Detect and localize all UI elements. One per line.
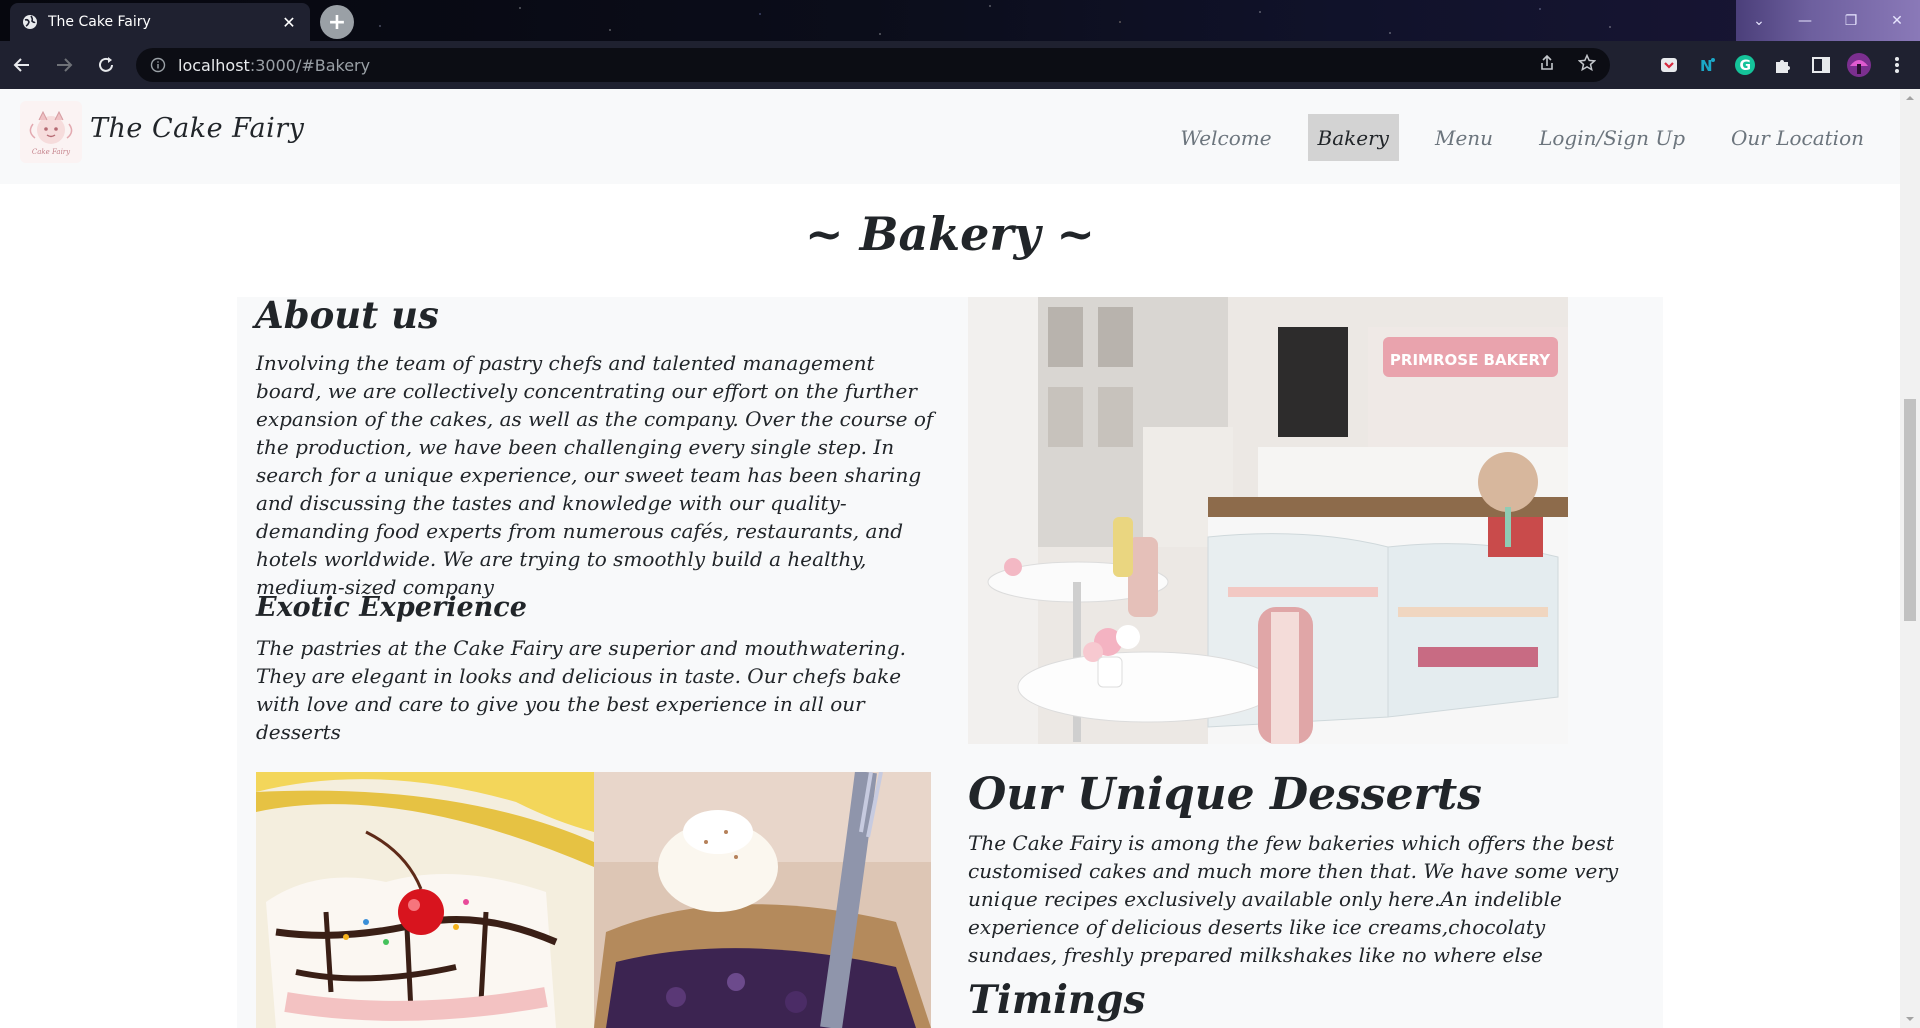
restore-icon[interactable]: ❐ (1828, 0, 1874, 41)
arrow-left-icon (13, 58, 29, 72)
desserts-image (256, 772, 931, 1028)
nav-our-location[interactable]: Our Location (1721, 114, 1874, 161)
section-title: ~ Bakery ~ (805, 207, 1095, 261)
side-panel-icon[interactable] (1808, 52, 1834, 78)
nav-login-signup[interactable]: Login/Sign Up (1529, 114, 1695, 161)
timings-heading: Timings (968, 977, 1146, 1023)
close-window-icon[interactable]: ✕ (1874, 0, 1920, 41)
svg-text:G: G (1740, 58, 1752, 74)
browser-tab[interactable]: The Cake Fairy ✕ (10, 3, 310, 41)
info-icon[interactable] (150, 57, 166, 73)
brand-logo[interactable]: Cake Fairy (20, 101, 82, 163)
scroll-up-icon (1906, 96, 1914, 100)
close-tab-icon[interactable]: ✕ (280, 13, 298, 32)
globe-icon (22, 14, 38, 30)
browser-tab-strip: The Cake Fairy ✕ + ⌄ — ❐ ✕ (0, 0, 1920, 41)
svg-text:PRIMROSE BAKERY: PRIMROSE BAKERY (1390, 351, 1551, 369)
profile-avatar[interactable] (1846, 52, 1872, 78)
forward-button[interactable] (44, 45, 84, 85)
nav-links: Welcome Bakery Menu Login/Sign Up Our Lo… (1150, 114, 1874, 161)
reload-button[interactable] (86, 45, 126, 85)
new-tab-button[interactable]: + (320, 5, 354, 39)
extensions-area: N G (1656, 48, 1910, 82)
puzzle-icon[interactable] (1770, 52, 1796, 78)
back-button[interactable] (2, 45, 42, 85)
svg-text:Cake Fairy: Cake Fairy (32, 148, 71, 156)
url-path: :3000/#Bakery (249, 55, 371, 75)
site-navbar: Cake Fairy The Cake Fairy Welcome Bakery… (0, 89, 1900, 184)
exotic-text: The pastries at the Cake Fairy are super… (256, 636, 906, 744)
browser-toolbar: localhost:3000/#Bakery N G (0, 41, 1920, 89)
more-menu-icon[interactable] (1884, 52, 1910, 78)
address-bar[interactable]: localhost:3000/#Bakery (136, 48, 1610, 82)
window-controls: ⌄ — ❐ ✕ (1736, 0, 1920, 41)
grammarly-icon[interactable]: G (1732, 52, 1758, 78)
tab-title: The Cake Fairy (48, 14, 151, 30)
scrollbar-thumb[interactable] (1904, 399, 1916, 621)
exotic-heading: Exotic Experience (256, 592, 527, 623)
about-heading: About us (255, 293, 439, 337)
star-icon[interactable] (1577, 53, 1597, 76)
page-scrollbar[interactable] (1900, 89, 1920, 1028)
tab-search-icon[interactable]: ⌄ (1736, 0, 1782, 41)
svg-text:N: N (1700, 57, 1713, 75)
url-host: localhost (178, 55, 250, 75)
unique-desserts-heading: Our Unique Desserts (968, 769, 1482, 820)
about-text: Involving the team of pastry chefs and t… (256, 351, 934, 599)
notion-extension-icon[interactable]: N (1694, 52, 1720, 78)
nav-welcome[interactable]: Welcome (1170, 114, 1281, 161)
minimize-icon[interactable]: — (1782, 0, 1828, 41)
web-page: Cake Fairy The Cake Fairy Welcome Bakery… (0, 89, 1900, 1028)
pocket-icon[interactable] (1656, 52, 1682, 78)
arrow-right-icon (57, 58, 73, 72)
nav-bakery[interactable]: Bakery (1307, 114, 1399, 161)
brand-name[interactable]: The Cake Fairy (90, 113, 304, 144)
reload-icon (99, 57, 113, 72)
share-icon[interactable] (1538, 54, 1556, 76)
nav-menu[interactable]: Menu (1425, 114, 1503, 161)
scroll-down-icon (1906, 1017, 1914, 1021)
unique-desserts-text: The Cake Fairy is among the few bakeries… (968, 831, 1619, 967)
bakery-interior-image: PRIMROSE BAKERY (968, 297, 1568, 744)
